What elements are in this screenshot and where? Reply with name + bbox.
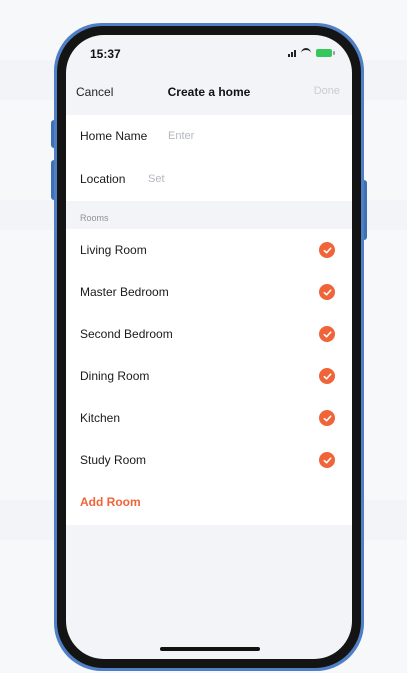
home-name-row[interactable]: Home Name Enter [66,115,352,157]
checkmark-circle-icon[interactable] [319,326,335,342]
home-details-card: Home Name Enter Location Set [66,115,352,201]
checkmark-circle-icon[interactable] [319,452,335,468]
home-name-input[interactable]: Enter [168,130,194,142]
room-label: Dining Room [80,369,150,383]
phone-screen: 15:37 Cancel Create a home Done Home Nam… [66,35,352,659]
room-row-kitchen[interactable]: Kitchen [66,397,352,439]
rooms-section-title: Rooms [80,213,109,223]
home-name-label: Home Name [80,129,148,143]
room-label: Kitchen [80,411,121,425]
location-row[interactable]: Location Set [66,158,352,200]
phone-bezel: 15:37 Cancel Create a home Done Home Nam… [57,26,361,668]
wifi-icon [301,48,311,57]
room-row-living-room[interactable]: Living Room [66,229,352,271]
status-time: 15:37 [90,47,121,61]
status-icons [288,48,335,57]
signal-icon [288,49,296,57]
room-row-dining-room[interactable]: Dining Room [66,355,352,397]
room-label: Second Bedroom [80,327,173,341]
checkmark-circle-icon[interactable] [319,242,335,258]
location-label: Location [80,172,126,186]
add-room-row[interactable]: Add Room [66,481,352,523]
room-label: Study Room [80,453,147,467]
room-label: Master Bedroom [80,285,169,299]
checkmark-circle-icon[interactable] [319,368,335,384]
done-button[interactable]: Done [314,85,340,97]
checkmark-circle-icon[interactable] [319,410,335,426]
home-indicator[interactable] [160,647,260,651]
checkmark-circle-icon[interactable] [319,284,335,300]
add-room-button[interactable]: Add Room [80,495,141,509]
status-bar: 15:37 [66,35,352,75]
location-value[interactable]: Set [148,173,165,185]
page-background: 15:37 Cancel Create a home Done Home Nam… [0,0,407,673]
battery-icon [316,48,335,57]
navigation-bar: Cancel Create a home Done [66,75,352,105]
room-row-study-room[interactable]: Study Room [66,439,352,481]
rooms-card: Living Room Master Bedroom Second Bedroo… [66,229,352,525]
room-label: Living Room [80,243,147,257]
room-row-master-bedroom[interactable]: Master Bedroom [66,271,352,313]
phone-frame: 15:37 Cancel Create a home Done Home Nam… [54,23,364,671]
page-title: Create a home [167,85,251,99]
room-row-second-bedroom[interactable]: Second Bedroom [66,313,352,355]
